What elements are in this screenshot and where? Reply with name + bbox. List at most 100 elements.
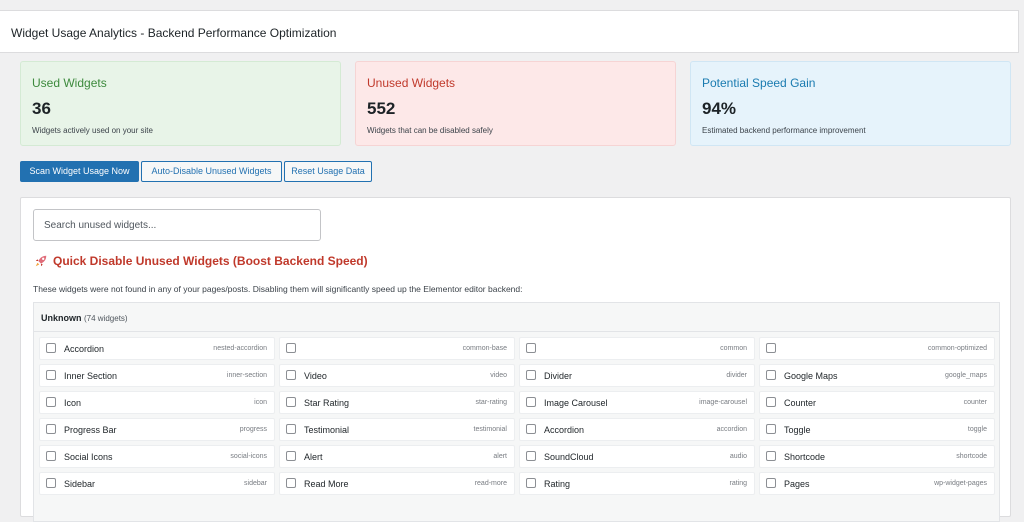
checkbox[interactable]: [46, 397, 56, 407]
checkbox[interactable]: [46, 451, 56, 461]
used-widgets-desc: Widgets actively used on your site: [32, 126, 153, 135]
widget-label: Read More: [304, 479, 349, 489]
quick-disable-heading: Quick Disable Unused Widgets (Boost Back…: [34, 254, 368, 268]
checkbox[interactable]: [286, 343, 296, 353]
checkbox[interactable]: [766, 451, 776, 461]
checkbox[interactable]: [526, 370, 536, 380]
checkbox[interactable]: [526, 451, 536, 461]
checkbox[interactable]: [766, 397, 776, 407]
widget-checkbox-item[interactable]: Toggle toggle: [759, 418, 995, 441]
checkbox[interactable]: [766, 478, 776, 488]
widget-checkbox-item[interactable]: Rating rating: [519, 472, 755, 495]
widget-label: Alert: [304, 452, 323, 462]
widget-slug: shortcode: [956, 453, 987, 460]
widget-slug: divider: [726, 372, 747, 379]
widget-checkbox-item[interactable]: common-base: [279, 337, 515, 360]
checkbox[interactable]: [286, 397, 296, 407]
widget-group-count: (74 widgets): [84, 314, 128, 323]
widget-checkbox-item[interactable]: Sidebar sidebar: [39, 472, 275, 495]
widget-slug: rating: [729, 480, 747, 487]
widget-checkbox-item[interactable]: Inner Section inner-section: [39, 364, 275, 387]
checkbox[interactable]: [46, 424, 56, 434]
checkbox[interactable]: [46, 478, 56, 488]
widget-label: Accordion: [544, 425, 585, 435]
speed-gain-desc: Estimated backend performance improvemen…: [702, 126, 866, 135]
widget-label: Accordion: [64, 344, 105, 354]
rocket-icon: [35, 255, 47, 267]
widget-checkbox-item[interactable]: Video video: [279, 364, 515, 387]
widget-checkbox-item[interactable]: Progress Bar progress: [39, 418, 275, 441]
widget-checkbox-item[interactable]: common: [519, 337, 755, 360]
widget-slug: google_maps: [944, 372, 987, 379]
widget-label: Star Rating: [304, 398, 350, 408]
checkbox[interactable]: [286, 370, 296, 380]
widget-grid: Accordion nested-accordion common-base comm…: [39, 337, 995, 495]
widget-checkbox-item[interactable]: Accordion accordion: [519, 418, 755, 441]
widget-checkbox-item[interactable]: Image Carousel image-carousel: [519, 391, 755, 414]
widget-slug: progress: [239, 426, 267, 433]
checkbox[interactable]: [526, 478, 536, 488]
widget-checkbox-item[interactable]: Read More read-more: [279, 472, 515, 495]
widget-checkbox-item[interactable]: Shortcode shortcode: [759, 445, 995, 468]
widget-checkbox-item[interactable]: Accordion nested-accordion: [39, 337, 275, 360]
unused-widgets-card: Unused Widgets 552 Widgets that can be d…: [355, 61, 676, 146]
widget-checkbox-item[interactable]: Testimonial testimonial: [279, 418, 515, 441]
widget-checkbox-item[interactable]: Google Maps google_maps: [759, 364, 995, 387]
unused-widgets-count: 552: [367, 99, 396, 118]
widget-label: Testimonial: [304, 425, 350, 435]
unused-widgets-panel: Quick Disable Unused Widgets (Boost Back…: [20, 197, 1011, 522]
search-input[interactable]: [34, 210, 320, 240]
search-unused-widgets[interactable]: [33, 209, 321, 241]
used-widgets-card: Used Widgets 36 Widgets actively used on…: [20, 61, 341, 146]
widget-checkbox-item[interactable]: Alert alert: [279, 445, 515, 468]
quick-disable-description: These widgets were not found in any of y…: [33, 284, 523, 294]
widget-checkbox-item[interactable]: Social Icons social-icons: [39, 445, 275, 468]
widget-checkbox-item[interactable]: Pages wp-widget-pages: [759, 472, 995, 495]
widget-label: Toggle: [784, 425, 811, 435]
widget-checkbox-item[interactable]: Counter counter: [759, 391, 995, 414]
widget-label: Pages: [784, 479, 810, 489]
checkbox[interactable]: [46, 370, 56, 380]
scan-widget-usage-button[interactable]: Scan Widget Usage Now: [20, 161, 139, 182]
reset-usage-data-button[interactable]: Reset Usage Data: [284, 161, 372, 182]
widget-checkbox-item[interactable]: Icon icon: [39, 391, 275, 414]
widget-slug: accordion: [716, 426, 747, 433]
checkbox[interactable]: [286, 451, 296, 461]
widget-checkbox-item[interactable]: common-optimized: [759, 337, 995, 360]
checkbox[interactable]: [286, 478, 296, 488]
widget-label: Divider: [544, 371, 573, 381]
widget-slug: common-optimized: [927, 345, 987, 352]
checkbox[interactable]: [766, 424, 776, 434]
checkbox[interactable]: [526, 343, 536, 353]
widget-label: Google Maps: [784, 371, 838, 381]
widget-group-header[interactable]: Unknown (74 widgets): [34, 303, 999, 332]
checkbox[interactable]: [766, 343, 776, 353]
widget-checkbox-item[interactable]: Star Rating star-rating: [279, 391, 515, 414]
widget-label: Sidebar: [64, 479, 96, 489]
widget-slug: icon: [254, 399, 267, 406]
speed-gain-value: 94%: [702, 99, 737, 118]
widget-slug: star-rating: [475, 399, 507, 406]
unused-widgets-title: Unused Widgets: [367, 76, 456, 90]
checkbox[interactable]: [286, 424, 296, 434]
widget-checkbox-item[interactable]: SoundCloud audio: [519, 445, 755, 468]
widget-slug: nested-accordion: [213, 345, 267, 352]
checkbox[interactable]: [526, 397, 536, 407]
widget-slug: common: [720, 345, 747, 352]
widget-slug: counter: [963, 399, 987, 406]
checkbox[interactable]: [46, 343, 56, 353]
widget-slug: audio: [729, 453, 747, 460]
checkbox[interactable]: [766, 370, 776, 380]
widget-label: Rating: [544, 479, 571, 489]
auto-disable-unused-button[interactable]: Auto-Disable Unused Widgets: [141, 161, 282, 182]
used-widgets-count: 36: [32, 99, 51, 118]
checkbox[interactable]: [526, 424, 536, 434]
widget-label: Image Carousel: [544, 398, 608, 408]
widget-slug: alert: [493, 453, 507, 460]
widget-slug: testimonial: [473, 426, 507, 433]
widget-slug: social-icons: [230, 453, 267, 460]
widget-group-unknown: Unknown (74 widgets) Accordion nested-acc…: [33, 302, 1000, 522]
widget-checkbox-item[interactable]: Divider divider: [519, 364, 755, 387]
widget-label: Counter: [784, 398, 817, 408]
widget-group-name: Unknown (74 widgets): [41, 313, 128, 323]
